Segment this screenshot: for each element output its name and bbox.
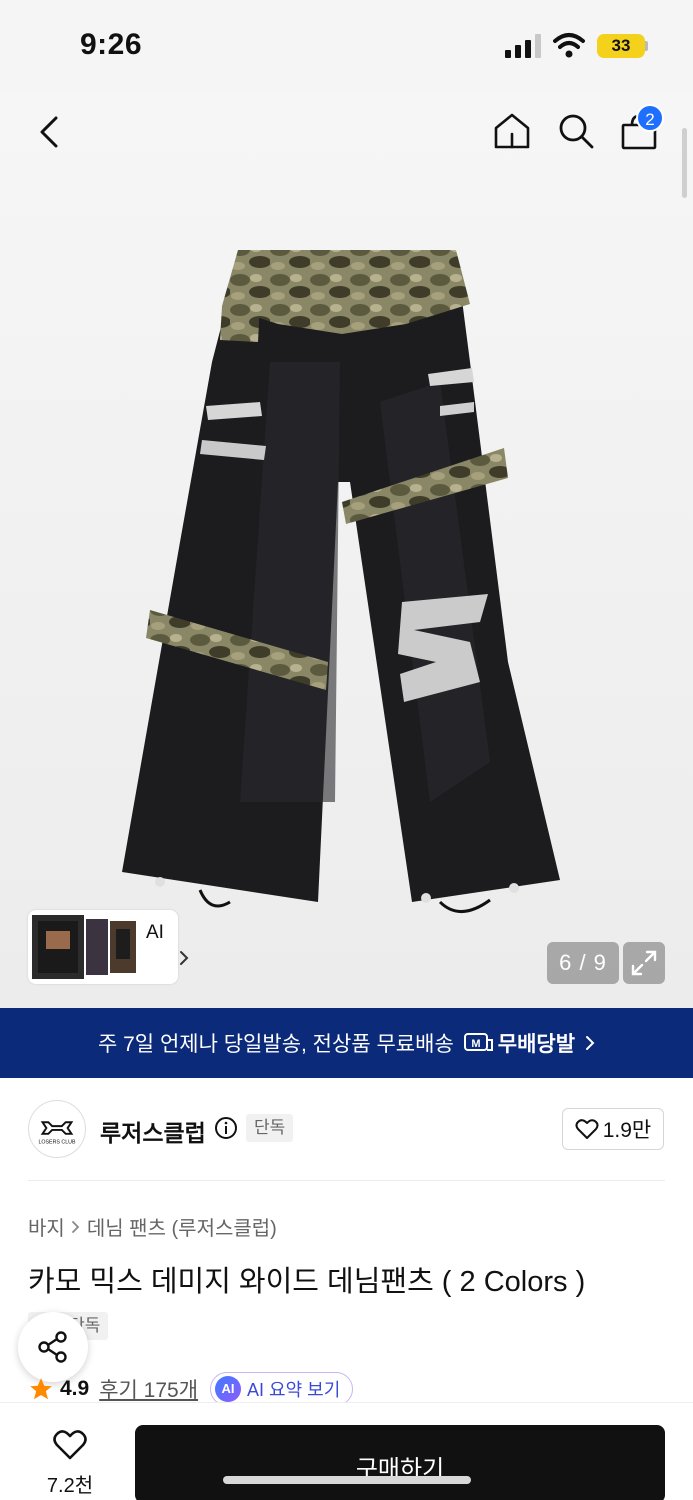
share-icon xyxy=(38,1331,67,1363)
status-bar: 9:26 33 xyxy=(0,0,693,92)
ai-thumbnail-card[interactable]: AI xyxy=(28,910,189,984)
battery-tip xyxy=(645,41,648,51)
rating-row: 4.9 후기 175개 AI AI 요약 보기 xyxy=(28,1372,354,1406)
status-time: 9:26 xyxy=(80,28,143,61)
delivery-truck-icon: M xyxy=(463,1033,493,1051)
bottom-action-bar: 7.2천 구매하기 xyxy=(0,1402,693,1500)
expand-icon[interactable] xyxy=(623,942,665,984)
ai-summary-label: AI 요약 보기 xyxy=(247,1380,341,1400)
heart-icon xyxy=(575,1119,599,1139)
image-counter: 6 / 9 xyxy=(547,942,619,984)
brand-exclusive-badge: 단독 xyxy=(246,1114,294,1142)
cart-count-badge: 2 xyxy=(636,104,664,132)
ai-badge-icon: AI xyxy=(215,1376,242,1402)
ai-summary-button[interactable]: AI AI 요약 보기 xyxy=(210,1372,354,1406)
rating-value: 4.9 xyxy=(60,1377,90,1400)
chevron-right-icon xyxy=(71,1220,80,1233)
brand-like-button[interactable]: 1.9만 xyxy=(562,1108,664,1150)
breadcrumb: 바지 데님 팬츠 (루저스클럽) xyxy=(28,1212,277,1241)
delivery-banner[interactable]: 주 7일 언제나 당일발송, 전상품 무료배송 M 무배당발 xyxy=(0,1008,693,1078)
home-indicator xyxy=(223,1476,471,1484)
thumbnail-ai-label: AI xyxy=(146,922,164,943)
brand-name[interactable]: 루저스클럽 xyxy=(100,1114,206,1148)
heart-icon[interactable] xyxy=(52,1429,88,1461)
chevron-right-icon xyxy=(586,1036,595,1050)
delivery-badge: M 무배당발 xyxy=(463,1028,576,1058)
breadcrumb-item-pants[interactable]: 바지 xyxy=(28,1212,65,1241)
brand-like-count: 1.9만 xyxy=(602,1119,652,1142)
review-link[interactable]: 후기 175개 xyxy=(99,1374,198,1404)
delivery-badge-label: 무배당발 xyxy=(497,1033,576,1056)
thumbnail-image xyxy=(32,915,136,979)
divider xyxy=(28,1180,665,1181)
info-icon[interactable] xyxy=(214,1116,238,1140)
brand-logo[interactable]: LOSERS CLUB xyxy=(28,1100,86,1158)
product-title: 카모 믹스 데미지 와이드 데님팬츠 ( 2 Colors ) xyxy=(28,1266,586,1298)
chevron-right-icon xyxy=(180,951,189,965)
signal-icon xyxy=(505,34,541,58)
star-icon xyxy=(30,1378,52,1400)
search-icon[interactable] xyxy=(555,110,597,152)
scroll-indicator xyxy=(682,128,687,198)
brand-logo-text: LOSERS CLUB xyxy=(38,1139,76,1145)
product-image-gallery[interactable]: 2 AI 6 / 9 xyxy=(0,92,693,1008)
back-icon[interactable] xyxy=(30,112,70,152)
svg-text:M: M xyxy=(471,1038,480,1050)
buy-button[interactable]: 구매하기 xyxy=(135,1425,665,1500)
home-icon[interactable] xyxy=(491,110,533,152)
delivery-text: 주 7일 언제나 당일발송, 전상품 무료배송 xyxy=(97,1033,454,1056)
breadcrumb-item-denim[interactable]: 데님 팬츠 (루저스클럽) xyxy=(87,1212,277,1241)
product-image xyxy=(122,250,560,913)
wish-count: 7.2천 xyxy=(46,1475,94,1497)
battery-icon: 33 xyxy=(597,34,645,58)
wifi-icon xyxy=(553,33,585,58)
